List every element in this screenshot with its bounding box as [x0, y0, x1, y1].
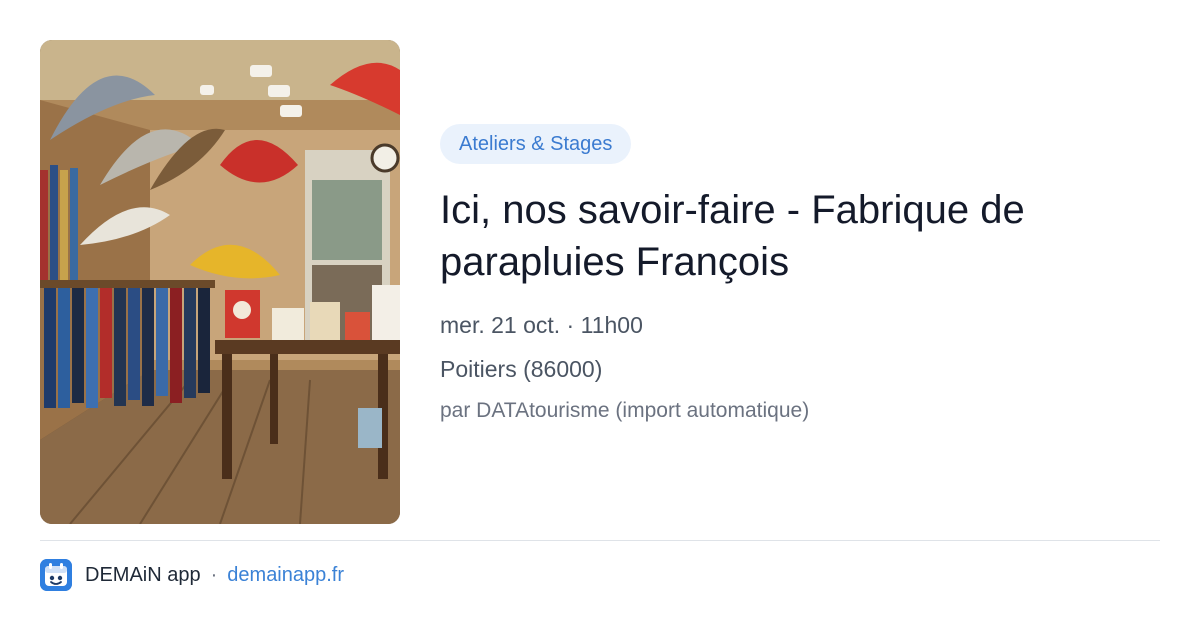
app-website-link[interactable]: demainapp.fr — [227, 564, 344, 587]
event-photo — [40, 40, 400, 524]
event-info: Ateliers & Stages Ici, nos savoir-faire … — [440, 124, 1160, 426]
event-title[interactable]: Ici, nos savoir-faire - Fabrique de para… — [440, 184, 1140, 288]
event-location: Poitiers (86000) — [440, 356, 603, 382]
footer-divider — [40, 540, 1160, 541]
footer-separator: · — [210, 563, 218, 586]
category-badge[interactable]: Ateliers & Stages — [440, 124, 632, 164]
event-date: mer. 21 oct. · 11h00 — [440, 312, 643, 338]
app-name: DEMAiN app — [85, 563, 201, 586]
event-source: par DATAtourisme (import automatique) — [440, 399, 810, 422]
footer: DEMAiN app · demainapp.fr — [40, 558, 344, 592]
demain-app-icon — [40, 559, 72, 591]
